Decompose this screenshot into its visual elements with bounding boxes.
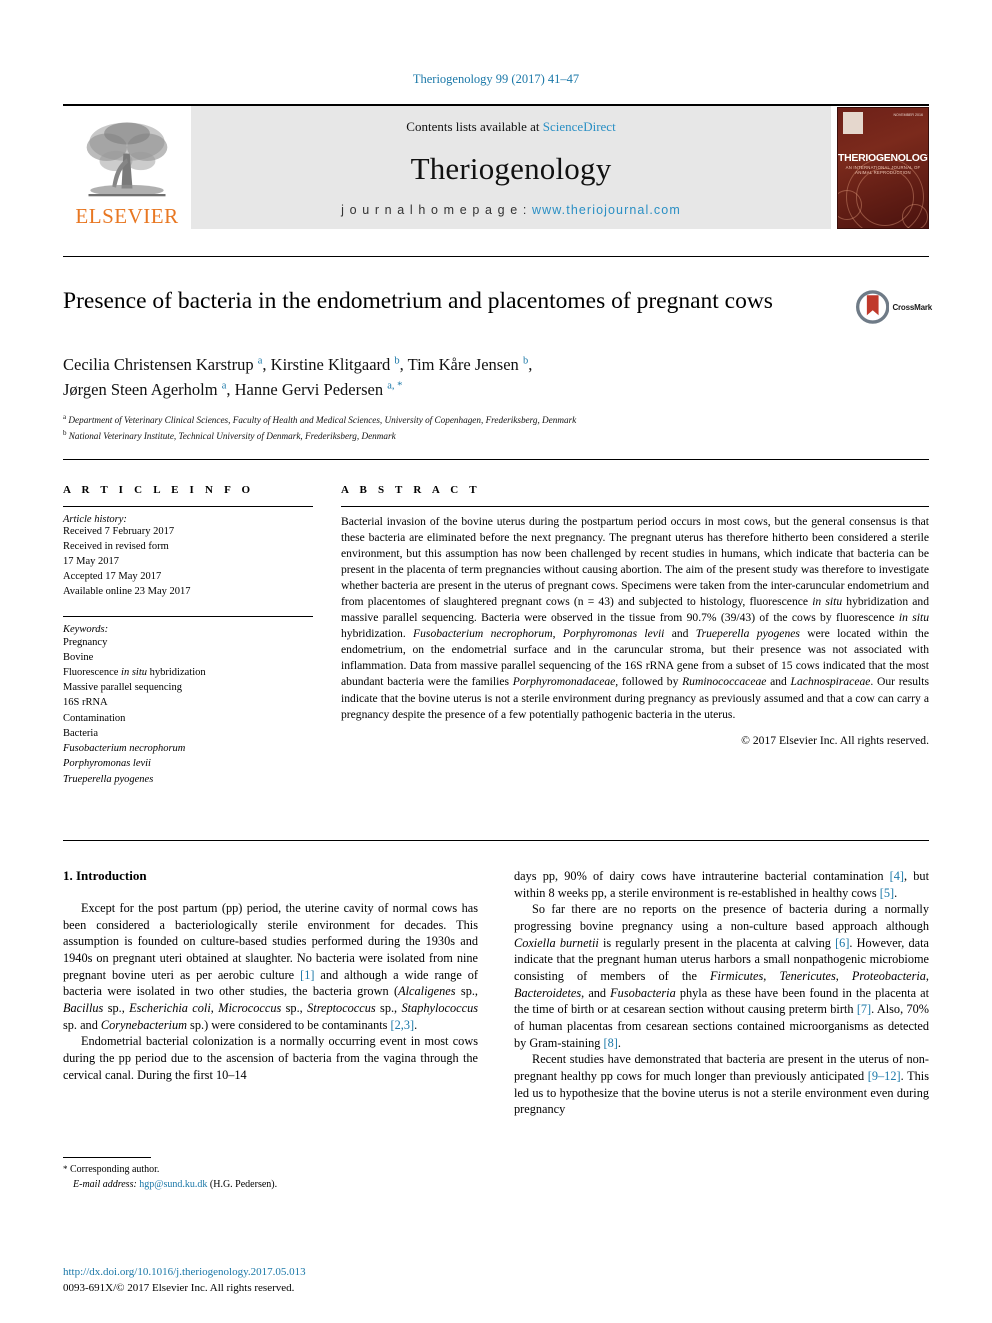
cover-subtitle: AN INTERNATIONAL JOURNAL OF ANIMAL REPRO… — [845, 164, 921, 175]
keywords-rule — [63, 615, 313, 617]
keyword-1: Bovine — [63, 651, 94, 663]
author-sep-3: , — [528, 355, 533, 374]
article-history-0: Received 7 February 2017 — [63, 526, 175, 537]
intro-paragraph-1: Except for the post partum (pp) period, … — [63, 901, 479, 1032]
keyword-2: Fluorescence in situ hybridization — [63, 666, 206, 678]
corresponding-label: Corresponding author. — [70, 1164, 160, 1175]
article-history-2: 17 May 2017 — [63, 555, 119, 567]
doi-link[interactable]: http://dx.doi.org/10.1016/j.theriogenolo… — [63, 1265, 523, 1281]
abstract-section: A B S T R A C T Bacterial invasion of th… — [341, 484, 929, 747]
keyword-6: Bacteria — [63, 727, 98, 739]
crossmark-icon — [856, 290, 890, 324]
affiliation-marker-a: a — [63, 413, 67, 421]
footnote-divider — [63, 1157, 151, 1158]
abstract-copyright: © 2017 Elsevier Inc. All rights reserved… — [741, 733, 929, 747]
introduction-left-column: 1. Introduction Except for the post part… — [63, 868, 478, 1083]
keyword-7: Fusobacterium necrophorum — [63, 743, 186, 755]
running-head: Theriogenology 99 (2017) 41–47 — [412, 72, 580, 86]
corresponding-marker: * — [63, 1164, 68, 1174]
journal-homepage-line: j o u r n a l h o m e p a g e : www.ther… — [341, 203, 681, 217]
contents-prefix: Contents lists available at — [406, 119, 543, 134]
elsevier-wordmark: ELSEVIER — [75, 204, 179, 228]
corresponding-line: * Corresponding author. — [63, 1163, 483, 1178]
abstract-text: Bacterial invasion of the bovine uterus … — [341, 515, 930, 721]
crossmark-badge[interactable]: CrossMark — [856, 286, 932, 328]
homepage-label: j o u r n a l h o m e p a g e : — [341, 203, 532, 217]
article-info-rule — [63, 506, 313, 507]
elsevier-logo: ELSEVIER — [63, 106, 191, 229]
cover-title: THERIOGENOLOGY — [838, 151, 929, 164]
affiliation-text-b: National Veterinary Institute, Technical… — [68, 431, 396, 442]
author-affil-marker-5: a, * — [387, 380, 403, 392]
journal-cover-container: NOVEMBER 2016 THERIOGENOLOGY AN INTERNAT… — [831, 106, 929, 229]
intro-paragraph-5: Recent studies have demonstrated that ba… — [514, 1052, 929, 1117]
author-list: Cecilia Christensen Karstrup a, Kirstine… — [63, 352, 863, 402]
email-link[interactable]: hgp@sund.ku.dk — [139, 1179, 207, 1190]
article-history-1: Received in revised form — [63, 540, 169, 552]
intro-paragraph-4: So far there are no reports on the prese… — [514, 902, 929, 1050]
homepage-url-link[interactable]: www.theriojournal.com — [532, 203, 681, 217]
author-name-4: Jørgen Steen Agerholm — [63, 380, 222, 400]
keyword-4: 16S rRNA — [63, 697, 108, 709]
journal-masthead: ELSEVIER Contents lists available at Sci… — [63, 104, 929, 229]
journal-cover-image: NOVEMBER 2016 THERIOGENOLOGY AN INTERNAT… — [837, 106, 929, 229]
keyword-9: Trueperella pyogenes — [63, 773, 154, 785]
article-history-label: Article history: — [63, 514, 127, 525]
author-sep-2: , Tim Kåre Jensen — [399, 355, 523, 374]
article-info-section: A R T I C L E I N F O Article history: R… — [63, 484, 313, 787]
keyword-0: Pregnancy — [63, 636, 108, 648]
email-line: E-mail address: hgp@sund.ku.dk (H.G. Ped… — [63, 1178, 483, 1193]
body-divider — [63, 840, 929, 841]
sciencedirect-link[interactable]: ScienceDirect — [543, 119, 616, 134]
cover-elsevier-badge — [843, 111, 863, 134]
paper-page: Theriogenology 99 (2017) 41–47 ELSEVIER — [0, 0, 992, 1323]
keyword-3: Massive parallel sequencing — [63, 682, 182, 694]
introduction-right-column: days pp, 90% of dairy cows have intraute… — [514, 868, 929, 1118]
affiliation-a: a Department of Veterinary Clinical Scie… — [63, 412, 883, 428]
author-sep-4: , Hanne Gervi Pedersen — [226, 380, 388, 400]
doi-footer: http://dx.doi.org/10.1016/j.theriogenolo… — [63, 1265, 523, 1297]
page-title: Presence of bacteria in the endometrium … — [63, 288, 773, 314]
issn-copyright-line: 0093-691X/© 2017 Elsevier Inc. All right… — [63, 1281, 295, 1294]
keywords-label: Keywords: — [63, 623, 109, 635]
abstract-heading: A B S T R A C T — [341, 484, 481, 496]
journal-title: Theriogenology — [410, 151, 612, 186]
abstract-rule — [341, 506, 929, 507]
affiliation-text-a: Department of Veterinary Clinical Scienc… — [68, 415, 577, 426]
info-divider — [63, 459, 929, 460]
corresponding-author-note: * Corresponding author. E-mail address: … — [63, 1163, 483, 1192]
affiliation-b: b National Veterinary Institute, Technic… — [63, 428, 883, 444]
intro-paragraph-3: days pp, 90% of dairy cows have intraute… — [514, 869, 929, 900]
cover-date: NOVEMBER 2016 — [893, 112, 923, 117]
article-info-heading: A R T I C L E I N F O — [63, 484, 255, 496]
affiliation-list: a Department of Veterinary Clinical Scie… — [63, 412, 883, 444]
crossmark-label: CrossMark — [892, 302, 932, 312]
keywords-block: Keywords: Pregnancy Bovine Fluorescence … — [63, 615, 313, 787]
keyword-5: Contamination — [63, 712, 126, 724]
author-name-1: Cecilia Christensen Karstrup — [63, 355, 258, 374]
email-label: E-mail address: — [73, 1178, 137, 1190]
affiliation-marker-b: b — [63, 429, 67, 438]
article-history-3: Accepted 17 May 2017 — [63, 570, 162, 582]
contents-available-line: Contents lists available at ScienceDirec… — [406, 119, 615, 135]
section-title-introduction: 1. Introduction — [63, 868, 147, 883]
article-history-4: Available online 23 May 2017 — [63, 585, 191, 597]
email-owner: (H.G. Pedersen). — [209, 1178, 278, 1190]
author-line-1: Cecilia Christensen Karstrup a, Kirstine… — [63, 352, 863, 377]
masthead-center: Contents lists available at ScienceDirec… — [191, 106, 831, 229]
keyword-8: Porphyromonas levii — [63, 758, 151, 770]
author-line-2: Jørgen Steen Agerholm a, Hanne Gervi Ped… — [63, 377, 863, 402]
title-divider — [63, 256, 929, 257]
elsevier-tree-icon — [86, 122, 168, 197]
intro-paragraph-2: Endometrial bacterial colonization is a … — [63, 1034, 478, 1082]
author-sep-1: , Kirstine Klitgaard — [262, 355, 395, 374]
